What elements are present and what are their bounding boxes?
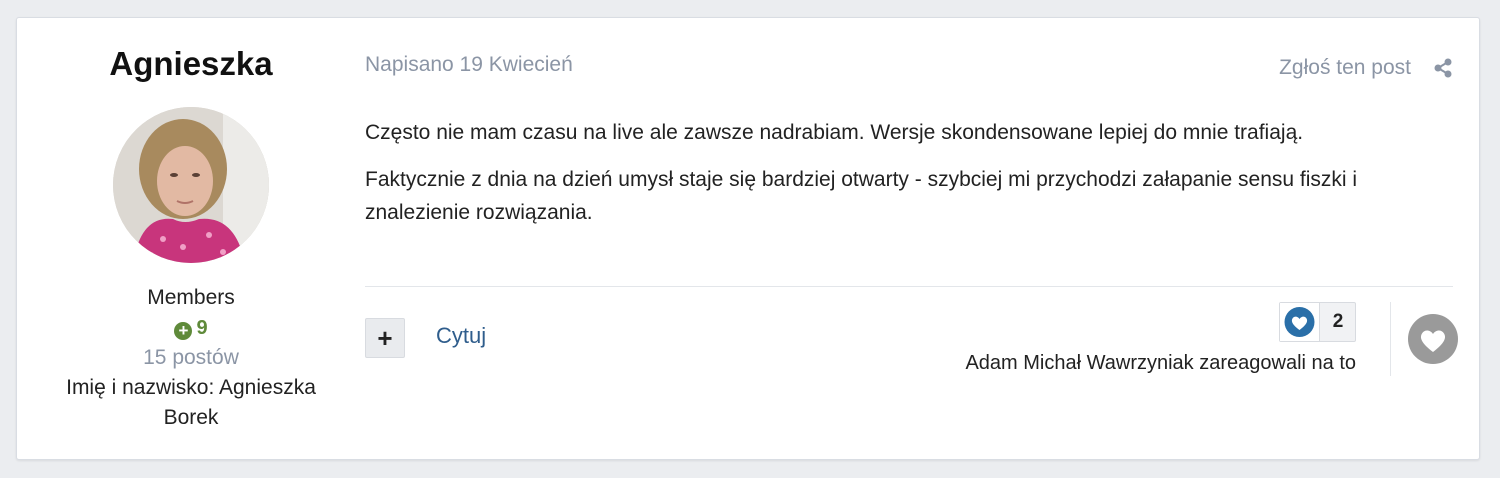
author-full-name: Imię i nazwisko: Agnieszka Borek <box>66 376 316 429</box>
heart-icon <box>1408 314 1458 364</box>
reputation-badge: +9 <box>17 313 365 343</box>
reaction-count: 2 <box>1332 311 1344 332</box>
quote-link[interactable]: Cytuj <box>436 323 486 349</box>
post-paragraph: Często nie mam czasu na live ale zawsze … <box>365 121 1304 144</box>
react-heart-button[interactable] <box>1406 312 1460 366</box>
divider <box>365 286 1453 287</box>
like-heart-icon <box>1280 303 1320 341</box>
post-date[interactable]: Napisano 19 Kwiecień <box>365 53 573 77</box>
post-paragraph: Faktycznie z dnia na dzień umysł staje s… <box>365 168 1358 224</box>
author-name[interactable]: Agnieszka <box>17 44 365 84</box>
author-panel: Agnieszka Members + 9 15 postów Imię i n… <box>17 18 365 459</box>
member-group: Members <box>147 286 235 309</box>
reacted-by-text[interactable]: Adam Michał Wawrzyniak zareagowali na to <box>965 352 1356 375</box>
share-icon[interactable] <box>1433 58 1453 78</box>
avatar[interactable] <box>113 107 269 263</box>
report-post-link[interactable]: Zgłoś ten post <box>1279 56 1411 80</box>
reputation-count: 9 <box>196 317 208 339</box>
forum-post: Agnieszka Members + 9 15 postów Imię i n… <box>16 17 1480 460</box>
reaction-summary[interactable]: 2 <box>1279 302 1356 342</box>
plus-circle-icon: + <box>174 322 193 340</box>
multiquote-plus-button[interactable]: + <box>365 318 405 358</box>
post-content: Napisano 19 Kwiecień Zgłoś ten post Częs… <box>365 18 1479 459</box>
post-count: 15 postów <box>143 346 239 369</box>
reaction-separator <box>1390 302 1391 376</box>
post-body: Często nie mam czasu na live ale zawsze … <box>365 116 1445 243</box>
